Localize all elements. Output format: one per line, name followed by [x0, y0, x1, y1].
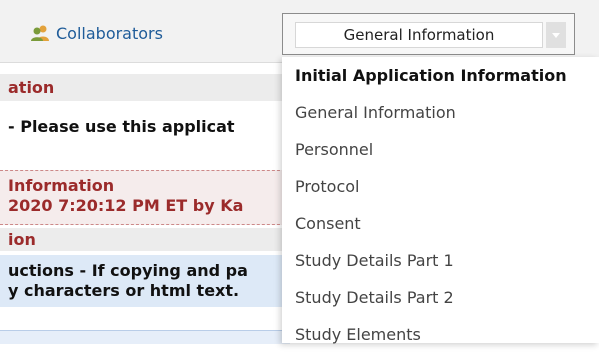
section-title: ation [0, 74, 290, 101]
subsection-title: ion [0, 228, 290, 251]
people-icon [31, 25, 49, 41]
bottom-panel [0, 330, 290, 344]
notice-line: y characters or html text. [8, 281, 240, 300]
section-select-value: General Information [295, 22, 543, 48]
collaborators-link[interactable]: Collaborators [30, 22, 163, 44]
dropdown-option-personnel[interactable]: Personnel [282, 131, 599, 168]
instructions-notice: uctions - If copying and pa y characters… [0, 255, 290, 307]
dropdown-option-study-details-part-1[interactable]: Study Details Part 1 [282, 242, 599, 279]
dropdown-option-study-details-part-2[interactable]: Study Details Part 2 [282, 279, 599, 316]
dropdown-option-consent[interactable]: Consent [282, 205, 599, 242]
info-block: Information 2020 7:20:12 PM ET by Ka [0, 170, 290, 225]
collaborators-label: Collaborators [56, 23, 163, 43]
section-dropdown-list: Initial Application Information General … [282, 57, 599, 344]
dropdown-option-general-information[interactable]: General Information [282, 94, 599, 131]
instruction-text: - Please use this applicat [8, 117, 235, 136]
top-toolbar: Collaborators General Information [0, 0, 599, 63]
info-block-updated: 2020 7:20:12 PM ET by Ka [8, 196, 244, 215]
dropdown-group-header[interactable]: Initial Application Information [282, 57, 599, 94]
dropdown-option-study-elements[interactable]: Study Elements [282, 316, 599, 353]
dropdown-option-protocol[interactable]: Protocol [282, 168, 599, 205]
chevron-down-icon[interactable] [546, 22, 566, 48]
info-block-title: Information [8, 176, 115, 195]
section-select[interactable]: General Information [282, 13, 575, 55]
notice-line: uctions - If copying and pa [8, 261, 248, 280]
